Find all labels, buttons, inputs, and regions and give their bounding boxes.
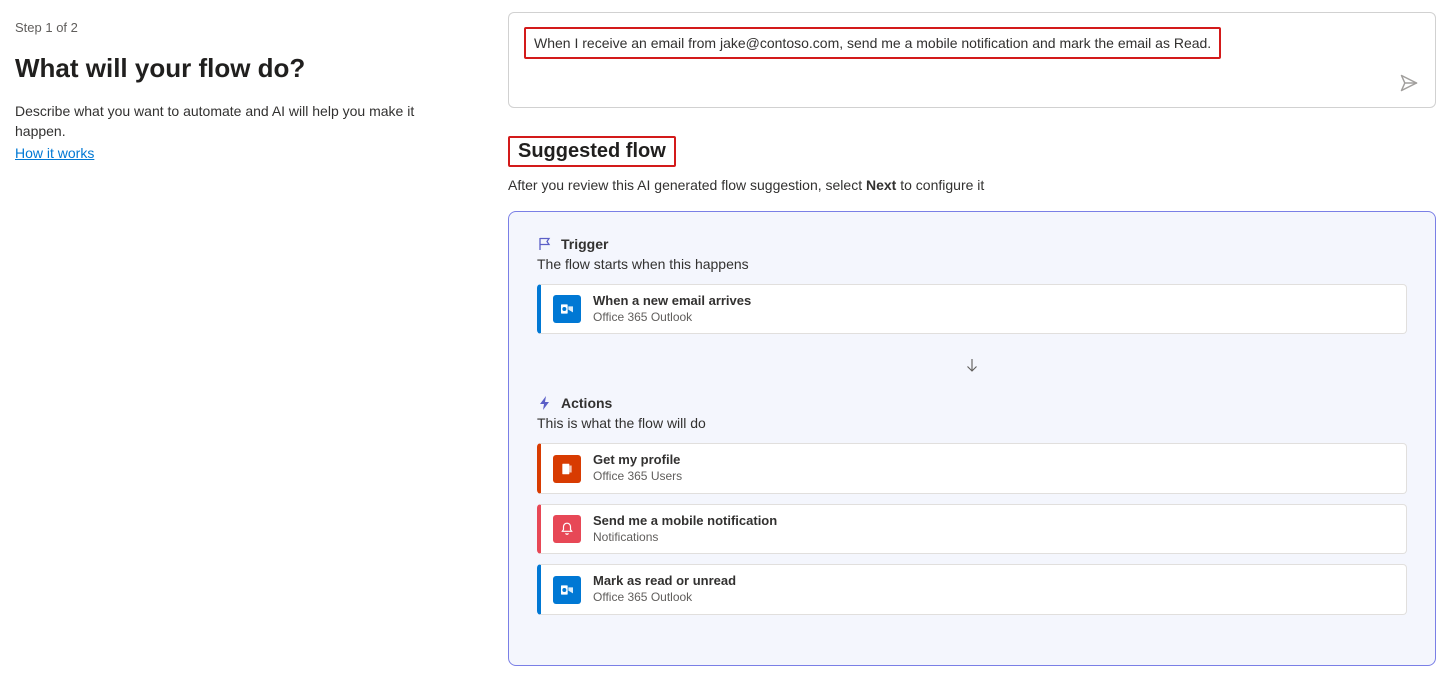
action-card-text: Mark as read or unread Office 365 Outloo… — [593, 573, 1394, 605]
actions-label: Actions — [561, 395, 612, 411]
action-card-text: Get my profile Office 365 Users — [593, 452, 1394, 484]
subtext-before: After you review this AI generated flow … — [508, 177, 866, 193]
trigger-card-title: When a new email arrives — [593, 293, 1394, 310]
subtext-after: to configure it — [896, 177, 984, 193]
left-panel: Step 1 of 2 What will your flow do? Desc… — [0, 0, 490, 678]
page-title: What will your flow do? — [15, 53, 460, 84]
right-panel: When I receive an email from jake@contos… — [490, 0, 1456, 678]
prompt-input-box[interactable]: When I receive an email from jake@contos… — [508, 12, 1436, 108]
subtext-bold: Next — [866, 177, 896, 193]
trigger-subtitle: The flow starts when this happens — [537, 256, 1407, 272]
trigger-section-header: Trigger — [537, 236, 1407, 252]
bolt-icon — [537, 395, 553, 411]
action-card-text: Send me a mobile notification Notificati… — [593, 513, 1394, 545]
outlook-icon — [553, 295, 581, 323]
trigger-label: Trigger — [561, 236, 608, 252]
action-card[interactable]: Mark as read or unread Office 365 Outloo… — [537, 564, 1407, 614]
flag-icon — [537, 236, 553, 252]
action-card-connector: Office 365 Outlook — [593, 590, 1394, 606]
suggested-flow-subtext: After you review this AI generated flow … — [508, 177, 1436, 193]
action-card-title: Get my profile — [593, 452, 1394, 469]
how-it-works-link[interactable]: How it works — [15, 145, 94, 161]
suggested-flow-header: Suggested flow — [508, 136, 676, 167]
prompt-text: When I receive an email from jake@contos… — [524, 27, 1221, 59]
action-card-connector: Notifications — [593, 530, 1394, 546]
trigger-card-connector: Office 365 Outlook — [593, 310, 1394, 326]
notification-bell-icon — [553, 515, 581, 543]
action-card-connector: Office 365 Users — [593, 469, 1394, 485]
action-card-title: Send me a mobile notification — [593, 513, 1394, 530]
description-text: Describe what you want to automate and A… — [15, 102, 460, 141]
step-indicator: Step 1 of 2 — [15, 20, 460, 35]
action-card[interactable]: Send me a mobile notification Notificati… — [537, 504, 1407, 554]
trigger-card-text: When a new email arrives Office 365 Outl… — [593, 293, 1394, 325]
flow-container: Trigger The flow starts when this happen… — [508, 211, 1436, 666]
action-card[interactable]: Get my profile Office 365 Users — [537, 443, 1407, 493]
action-card-title: Mark as read or unread — [593, 573, 1394, 590]
outlook-icon — [553, 576, 581, 604]
actions-subtitle: This is what the flow will do — [537, 415, 1407, 431]
arrow-down-icon — [537, 344, 1407, 395]
office-users-icon — [553, 455, 581, 483]
actions-section-header: Actions — [537, 395, 1407, 411]
trigger-card[interactable]: When a new email arrives Office 365 Outl… — [537, 284, 1407, 334]
send-icon[interactable] — [1399, 73, 1419, 93]
